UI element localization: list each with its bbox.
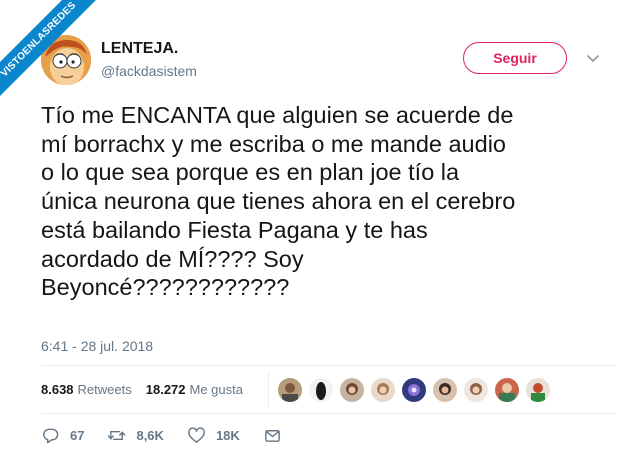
- direct-message-button[interactable]: [263, 426, 292, 445]
- envelope-icon: [264, 430, 280, 442]
- liker-avatar[interactable]: [463, 377, 489, 403]
- like-count: 18K: [215, 428, 240, 443]
- retweet-count: 8,6K: [136, 428, 164, 443]
- chevron-down-icon[interactable]: [585, 50, 601, 66]
- liker-avatar[interactable]: [432, 377, 458, 403]
- divider-bottom: [41, 413, 616, 414]
- retweets-count[interactable]: 8.638: [41, 382, 74, 397]
- likes-count[interactable]: 18.272: [146, 382, 186, 397]
- liker-avatar[interactable]: [401, 377, 427, 403]
- heart-icon: [188, 427, 205, 443]
- liker-avatar[interactable]: [525, 377, 551, 403]
- stats-separator: [268, 371, 269, 407]
- retweets-label[interactable]: Retweets: [78, 382, 132, 397]
- liker-avatar[interactable]: [277, 377, 303, 403]
- follow-button[interactable]: Seguir: [463, 42, 567, 74]
- watermark-ribbon: VISTOENLASREDES: [0, 0, 100, 100]
- divider-top: [41, 365, 616, 366]
- retweet-button[interactable]: 8,6K: [107, 426, 164, 445]
- liker-avatar[interactable]: [339, 377, 365, 403]
- liker-avatars: [277, 377, 556, 403]
- reply-count: 67: [70, 428, 85, 443]
- engagement-stats: 8.638 Retweets 18.272 Me gusta: [41, 379, 257, 399]
- user-name[interactable]: LENTEJA.: [101, 40, 178, 58]
- reply-icon: [43, 428, 59, 444]
- action-bar: 67 8,6K 18K: [41, 426, 315, 445]
- user-handle[interactable]: @fackdasistem: [101, 63, 197, 79]
- tweet-timestamp[interactable]: 6:41 - 28 jul. 2018: [41, 338, 153, 354]
- liker-avatar[interactable]: [370, 377, 396, 403]
- likes-label[interactable]: Me gusta: [190, 382, 243, 397]
- retweet-icon: [108, 430, 126, 441]
- liker-avatar[interactable]: [308, 377, 334, 403]
- reply-button[interactable]: 67: [41, 426, 84, 445]
- liker-avatar[interactable]: [494, 377, 520, 403]
- tweet-text: Tío me ENCANTA que alguien se acuerde de…: [41, 102, 516, 301]
- like-button[interactable]: 18K: [187, 426, 240, 445]
- watermark-text: VISTOENLASREDES: [0, 0, 100, 100]
